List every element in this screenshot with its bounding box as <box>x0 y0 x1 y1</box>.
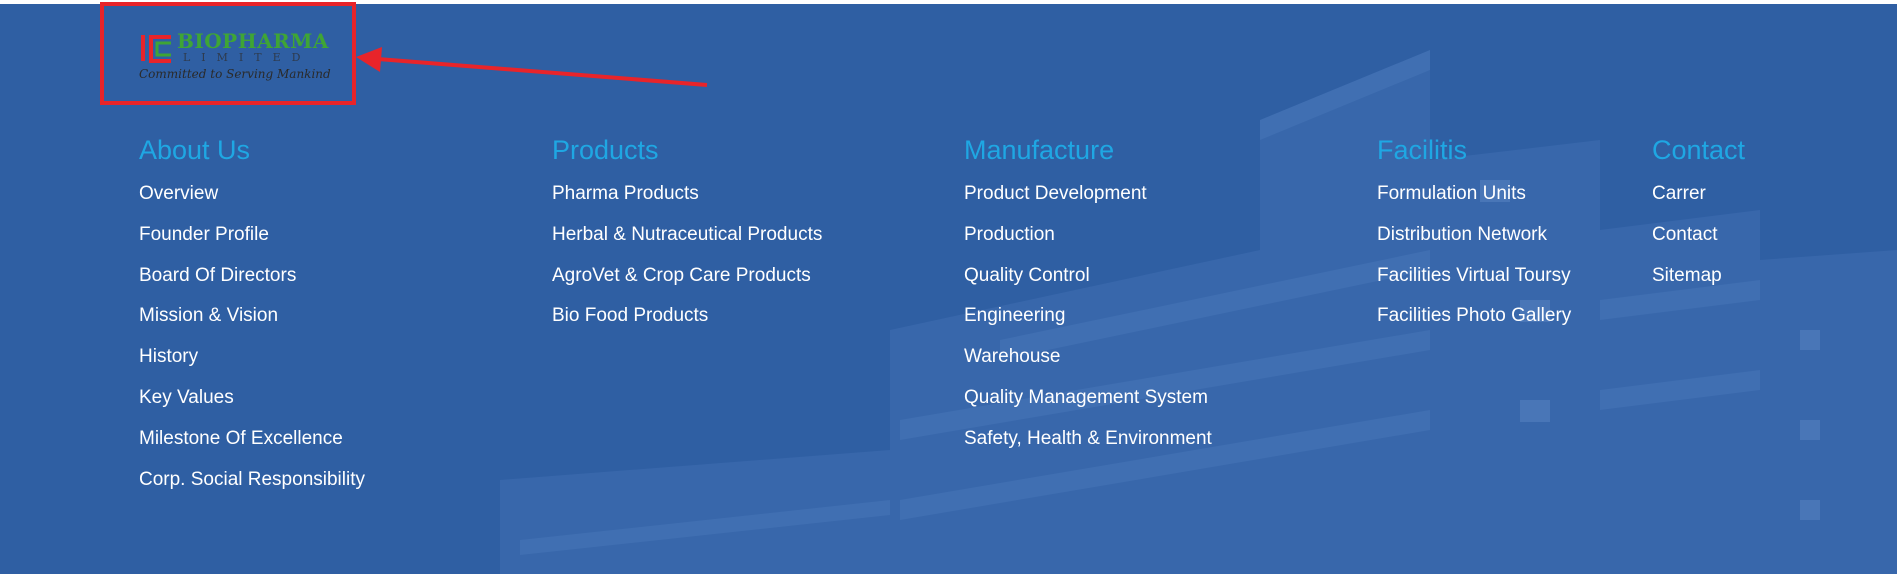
footer-link-formulation-units[interactable]: Formulation Units <box>1377 183 1571 224</box>
footer-column-contact: Contact Carrer Contact Sitemap <box>1652 133 1745 305</box>
footer-link-virtual-tour[interactable]: Facilities Virtual Toursy <box>1377 265 1571 306</box>
footer-link-quality-control[interactable]: Quality Control <box>964 265 1212 306</box>
footer-link-sitemap[interactable]: Sitemap <box>1652 265 1745 306</box>
footer-link-csr[interactable]: Corp. Social Responsibility <box>139 469 365 510</box>
footer-link-board-of-directors[interactable]: Board Of Directors <box>139 265 365 306</box>
footer-column-products: Products Pharma Products Herbal & Nutrac… <box>552 133 822 346</box>
footer-link-production[interactable]: Production <box>964 224 1212 265</box>
footer-link-distribution-network[interactable]: Distribution Network <box>1377 224 1571 265</box>
footer-column-about: About Us Overview Founder Profile Board … <box>139 133 365 509</box>
footer-link-pharma-products[interactable]: Pharma Products <box>552 183 822 224</box>
footer-link-warehouse[interactable]: Warehouse <box>964 346 1212 387</box>
footer-link-agrovet-products[interactable]: AgroVet & Crop Care Products <box>552 265 822 306</box>
footer-link-photo-gallery[interactable]: Facilities Photo Gallery <box>1377 305 1571 346</box>
column-heading-about: About Us <box>139 135 251 165</box>
footer-column-manufacture: Manufacture Product Development Producti… <box>964 133 1212 469</box>
footer-link-qms[interactable]: Quality Management System <box>964 387 1212 428</box>
column-heading-contact: Contact <box>1652 135 1746 165</box>
footer-link-history[interactable]: History <box>139 346 365 387</box>
column-heading-facilities: Facilitis <box>1377 135 1468 165</box>
footer-link-overview[interactable]: Overview <box>139 183 365 224</box>
footer-link-key-values[interactable]: Key Values <box>139 387 365 428</box>
footer-link-milestone[interactable]: Milestone Of Excellence <box>139 428 365 469</box>
footer-column-facilities: Facilitis Formulation Units Distribution… <box>1377 133 1571 346</box>
footer-link-career[interactable]: Carrer <box>1652 183 1745 224</box>
footer-link-safety-health-environment[interactable]: Safety, Health & Environment <box>964 428 1212 469</box>
column-heading-manufacture: Manufacture <box>964 135 1115 165</box>
footer-link-mission-vision[interactable]: Mission & Vision <box>139 305 365 346</box>
footer-link-founder-profile[interactable]: Founder Profile <box>139 224 365 265</box>
footer-link-contact[interactable]: Contact <box>1652 224 1745 265</box>
column-heading-products: Products <box>552 135 659 165</box>
footer-link-engineering[interactable]: Engineering <box>964 305 1212 346</box>
footer-link-bio-food-products[interactable]: Bio Food Products <box>552 305 822 346</box>
footer-link-herbal-products[interactable]: Herbal & Nutraceutical Products <box>552 224 822 265</box>
footer-section: BIOPHARMA LIMITED Committed to Serving M… <box>0 0 1897 574</box>
footer-link-product-development[interactable]: Product Development <box>964 183 1212 224</box>
